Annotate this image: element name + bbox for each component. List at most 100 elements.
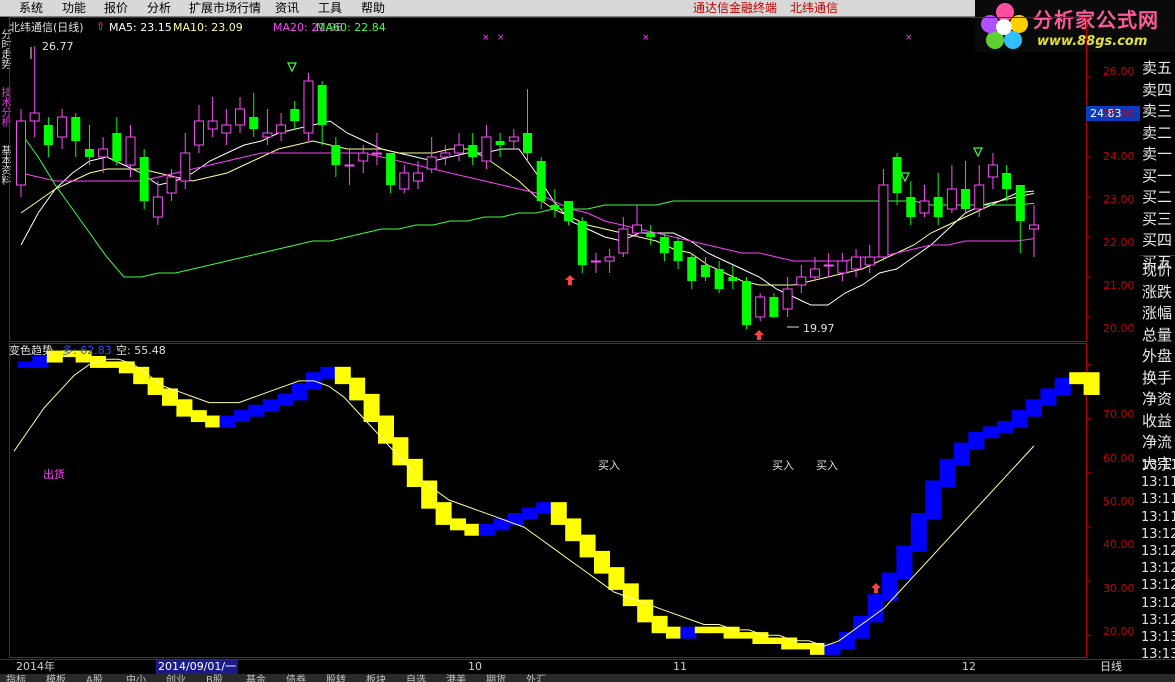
price-tick: 26.00 — [1103, 65, 1135, 78]
bottom-tab[interactable]: 中小 — [126, 674, 146, 682]
kong-block — [90, 355, 106, 368]
duo-block — [968, 431, 985, 450]
menu-function[interactable]: 功能 — [62, 0, 86, 16]
duo-block — [262, 399, 279, 412]
candle-body-down — [536, 161, 546, 201]
menu-extended-market[interactable]: 扩展市场行情 — [189, 0, 261, 16]
price-tick: 24.00 — [1103, 150, 1135, 163]
candle-body-up — [454, 144, 465, 154]
quote-stat-label: 总量 — [1142, 325, 1173, 344]
tab-technical[interactable]: 技术分析 — [0, 87, 10, 127]
quote-stat-label: 净资 — [1142, 390, 1173, 408]
bottom-tab-bar: 指标 模板 A股 中小 创业 B股 基金 债券 股转 板块 自选 港美 期货 外汇 — [0, 674, 1175, 682]
low-price-label: 19.97 — [803, 322, 835, 335]
tab-timeshare[interactable]: 分时走势 — [0, 29, 10, 69]
candle-body-down — [1002, 173, 1012, 189]
chart-area[interactable]: × × × × 北纬通信(日线) ⇧ MA5: 23.15 MA10: 23.09 M… — [9, 17, 1140, 663]
tick-time: 13:11 — [1141, 509, 1175, 525]
period-label[interactable]: 日线 — [1100, 660, 1122, 674]
quote-sidebar: 卖五 卖四 卖三 卖二 卖一 买一 买二 买三 买四 买五 现价 涨跌 涨幅 总量 外盘 换手 净资 收益 净流 大宗… — [1140, 52, 1175, 682]
bottom-tab[interactable]: 创业 — [166, 674, 186, 682]
chart-canvas[interactable]: × × × × — [9, 17, 1140, 663]
candle-body-down — [728, 277, 738, 281]
bottom-tab[interactable]: 板块 — [366, 674, 386, 682]
candle-body-down — [550, 205, 560, 209]
kong-block — [651, 615, 668, 634]
bottom-tab[interactable]: 港美 — [446, 674, 466, 682]
kong-block — [190, 410, 207, 423]
candle-body-down — [43, 125, 53, 145]
ma10-legend: MA10: 23.09 — [173, 21, 243, 34]
kong-block — [766, 637, 783, 645]
menu-quote[interactable]: 报价 — [104, 0, 128, 16]
kong-block — [550, 502, 567, 525]
cursor-date-label: 2014/09/01/一 — [156, 660, 239, 674]
candle-body-up — [823, 264, 834, 267]
kong-block — [176, 399, 193, 417]
duo-block — [925, 480, 942, 520]
kong-block — [565, 518, 582, 542]
duo-block — [234, 410, 250, 423]
bottom-tab[interactable]: 基金 — [246, 674, 266, 682]
buy-arrow-icon — [754, 330, 764, 340]
duo-block — [939, 458, 956, 488]
bottom-tab[interactable]: 债券 — [286, 674, 306, 682]
duo-legend: 多: 62.83 — [62, 344, 112, 357]
month-12-label: 12 — [962, 660, 976, 673]
indicator-tick: 70.00 — [1103, 408, 1135, 421]
bottom-tab[interactable]: 自选 — [406, 674, 426, 682]
candle-body-up — [371, 152, 382, 155]
candle-body-down — [331, 145, 341, 165]
duo-block — [536, 502, 553, 515]
kong-block — [1083, 372, 1100, 395]
duo-block — [277, 393, 294, 406]
candle-body-up — [412, 172, 423, 182]
candle-body-up — [632, 224, 643, 234]
tick-time: 13:12 — [1141, 612, 1175, 628]
sell-signal-label: 出货 — [43, 468, 65, 481]
candle-body-up — [276, 124, 287, 134]
time-axis: 2014年 2014/09/01/一 10 11 12 日线 — [0, 659, 1175, 675]
candle-body-up — [604, 256, 615, 262]
bottom-tab[interactable]: 模板 — [46, 674, 66, 682]
candle-body-up — [166, 176, 177, 194]
terminal-link[interactable]: 通达信金融终端 — [693, 0, 777, 16]
quote-stat-label: 换手 — [1142, 368, 1173, 387]
candle-body-up — [303, 80, 314, 134]
menu-news[interactable]: 资讯 — [275, 0, 299, 16]
bottom-tab[interactable]: B股 — [206, 674, 223, 682]
sell-arrow-icon — [900, 172, 910, 183]
menu-system[interactable]: 系统 — [19, 0, 43, 16]
duo-block — [982, 426, 999, 439]
bottom-tab[interactable]: A股 — [86, 674, 103, 682]
tick-time: 13:12 — [1141, 544, 1175, 559]
stock-name-link[interactable]: 北纬通信 — [790, 0, 838, 16]
menu-analysis[interactable]: 分析 — [147, 0, 171, 16]
bottom-tab[interactable]: 股转 — [326, 674, 346, 682]
kong-block — [118, 361, 135, 374]
candle-body-up — [878, 184, 889, 258]
bottom-tab[interactable]: 期货 — [486, 674, 506, 682]
indicator-tick: 40.00 — [1103, 538, 1135, 551]
price-tick: 22.00 — [1103, 236, 1135, 249]
candle-body-up — [440, 152, 451, 158]
quote-stat-label: 净流 — [1142, 433, 1173, 451]
tab-fundamentals[interactable]: 基本资料 — [0, 145, 10, 185]
sidebar-divider — [1140, 255, 1175, 256]
candle-body-up — [590, 260, 601, 263]
order-book-row: 卖五 — [1142, 59, 1173, 77]
menu-help[interactable]: 帮助 — [361, 0, 385, 16]
kong-block — [406, 458, 423, 488]
candle-body-down — [1015, 185, 1025, 221]
duo-block — [954, 442, 970, 466]
buy-arrow-icon — [565, 275, 575, 285]
bottom-tab[interactable]: 外汇 — [526, 674, 546, 682]
kong-block — [421, 480, 438, 509]
kong-block — [666, 626, 682, 639]
bottom-tab[interactable]: 指标 — [6, 674, 26, 682]
candle-body-up — [221, 124, 232, 134]
candle-body-down — [386, 153, 396, 185]
quote-stat-label: 涨幅 — [1142, 304, 1173, 322]
menu-tools[interactable]: 工具 — [318, 0, 342, 16]
candle-body-down — [659, 237, 669, 253]
